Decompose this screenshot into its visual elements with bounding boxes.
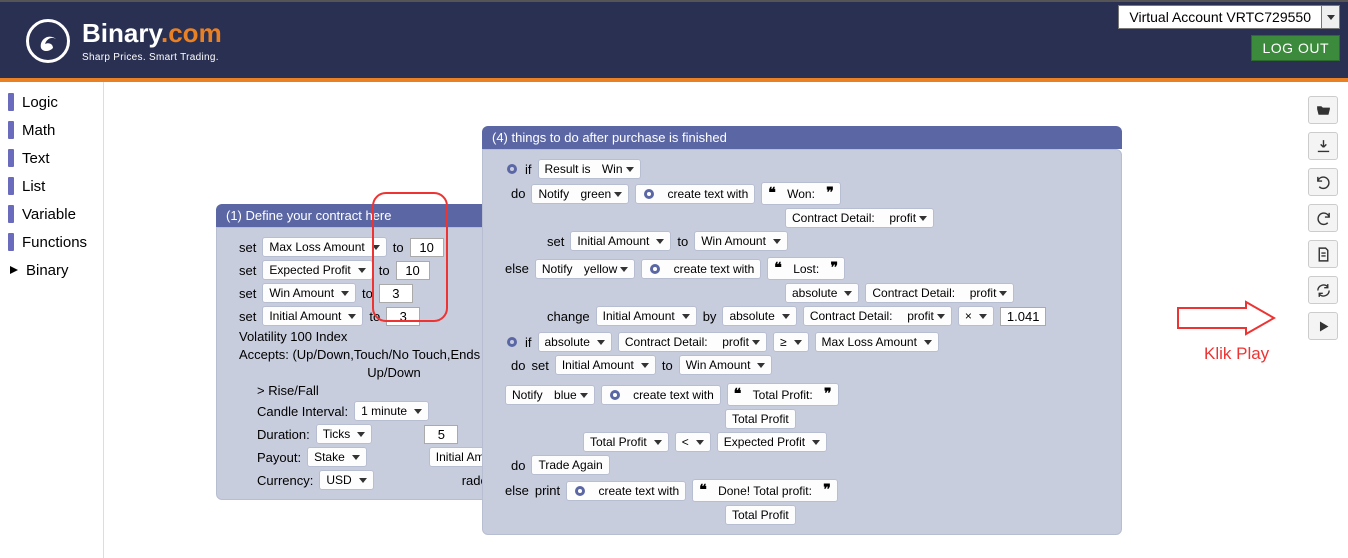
var-maxloss[interactable]: Max Loss Amount [262,237,386,257]
gear-icon[interactable] [505,162,519,176]
var-initamt[interactable]: Initial Amount [262,306,363,326]
chevron-down-icon[interactable] [1322,5,1340,29]
logout-button[interactable]: LOG OUT [1251,35,1340,61]
account-value: Virtual Account VRTC729550 [1118,5,1322,29]
gear-icon [642,187,656,201]
input-winamt[interactable]: 3 [379,284,413,303]
play-button[interactable] [1308,312,1338,340]
input-maxloss[interactable]: 10 [410,238,444,257]
var-expected[interactable]: Expected Profit [262,260,372,280]
sidebar-item-list[interactable]: List [0,172,103,200]
gear-icon [648,262,662,276]
sidebar-item-text[interactable]: Text [0,144,103,172]
folder-open-icon[interactable] [1308,96,1338,124]
block4-header: (4) things to do after purchase is finis… [482,126,1122,149]
duration-type[interactable]: Ticks [316,424,373,444]
brand-accent: .com [161,18,222,48]
sidebar-item-functions[interactable]: Functions [0,228,103,256]
logo-icon [26,19,70,63]
block-canvas[interactable]: (1) Define your contract here setMax Los… [104,82,1348,558]
gear-icon[interactable] [505,335,519,349]
tagline: Sharp Prices. Smart Trading. [82,52,219,64]
gear-icon [608,388,622,402]
annotation-text: Klik Play [1204,344,1269,364]
gear-icon [573,484,587,498]
block-categories-sidebar: Logic Math Text List Variable Functions … [0,82,104,558]
download-icon[interactable] [1308,132,1338,160]
sidebar-item-binary[interactable]: Binary [0,256,103,284]
sync-icon[interactable] [1308,276,1338,304]
right-toolbar [1308,96,1338,340]
sidebar-item-variable[interactable]: Variable [0,200,103,228]
account-select[interactable]: Virtual Account VRTC729550 [1118,5,1340,29]
play-triangle-icon [8,264,20,276]
candle-interval[interactable]: 1 minute [354,401,429,421]
input-expected[interactable]: 10 [396,261,430,280]
duration-value[interactable]: 5 [424,425,458,444]
brand-main: Binary [82,18,161,48]
redo-icon[interactable] [1308,204,1338,232]
input-initamt[interactable]: 3 [386,307,420,326]
sidebar-item-logic[interactable]: Logic [0,88,103,116]
undo-icon[interactable] [1308,168,1338,196]
sidebar-item-math[interactable]: Math [0,116,103,144]
block-after-purchase[interactable]: (4) things to do after purchase is finis… [482,126,1122,535]
doc-icon[interactable] [1308,240,1338,268]
annotation-arrow [1176,300,1276,339]
logo-text: Binary.com Sharp Prices. Smart Trading. [82,18,222,64]
currency[interactable]: USD [319,470,373,490]
payout-type[interactable]: Stake [307,447,367,467]
app-header: Binary.com Sharp Prices. Smart Trading. … [0,0,1348,78]
var-winamt[interactable]: Win Amount [262,283,356,303]
